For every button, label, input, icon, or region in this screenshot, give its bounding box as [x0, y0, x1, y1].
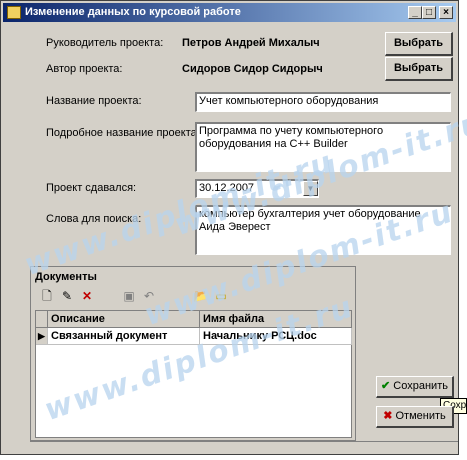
table-cell-description[interactable]: Связанный документ	[48, 328, 200, 345]
maximize-button[interactable]: □	[422, 6, 436, 19]
date-picker[interactable]: 30.12.2007 ▼	[195, 179, 319, 198]
manager-value: Петров Андрей Михалыч	[182, 37, 320, 49]
title-bar: Изменение данных по курсовой работе _ □ …	[3, 3, 456, 22]
checkmark-icon: ✔	[381, 380, 391, 392]
select-author-button[interactable]: Выбрать	[385, 57, 453, 81]
table-cell-filename[interactable]: Начальнику РСЦ.doc	[200, 328, 352, 345]
column-header-description[interactable]: Описание	[48, 311, 200, 328]
app-icon	[7, 6, 21, 19]
minimize-button[interactable]: _	[408, 6, 422, 19]
project-name-label: Название проекта:	[46, 95, 142, 107]
save-disk-icon[interactable]: ▣	[120, 287, 138, 305]
author-value: Сидоров Сидор Сидорыч	[182, 63, 323, 75]
delete-document-icon[interactable]: ✕	[78, 287, 96, 305]
date-value: 30.12.2007	[199, 182, 255, 194]
author-label: Автор проекта:	[46, 63, 123, 75]
full-name-label: Подробное название проекта:	[46, 127, 200, 139]
keywords-label: Слова для поиска:	[46, 213, 142, 225]
documents-table[interactable]: Описание Имя файла ▶ Связанный документ …	[35, 310, 352, 438]
documents-title: Документы	[35, 271, 97, 283]
save-button[interactable]: ✔ Сохранить	[376, 376, 454, 398]
status-bar	[30, 441, 458, 455]
manager-label: Руководитель проекта:	[46, 37, 164, 49]
new-document-icon[interactable]: 🗋	[38, 287, 56, 305]
close-button[interactable]: ×	[439, 6, 453, 19]
folder-icon[interactable]: ▭	[212, 287, 230, 305]
window-title: Изменение данных по курсовой работе	[25, 6, 241, 18]
dropdown-arrow-icon[interactable]: ▼	[303, 181, 318, 196]
cancel-x-icon: ✖	[383, 410, 393, 422]
cancel-button-label: Отменить	[395, 410, 446, 422]
row-indicator-header	[36, 311, 48, 328]
current-row-indicator-icon: ▶	[36, 328, 48, 345]
save-button-label: Сохранить	[393, 380, 448, 392]
edit-document-icon[interactable]: ✎	[58, 287, 76, 305]
full-name-field[interactable]: Программа по учету компьютерного оборудо…	[195, 122, 451, 172]
cancel-button[interactable]: ✖ Отменить	[376, 406, 454, 428]
undo-icon[interactable]: ↶	[140, 287, 158, 305]
project-name-field[interactable]: Учет компьютерного оборудования	[195, 92, 451, 112]
keywords-field[interactable]: компьютер бухгалтерия учет оборудование …	[195, 205, 451, 255]
select-manager-button[interactable]: Выбрать	[385, 32, 453, 56]
column-header-filename[interactable]: Имя файла	[200, 311, 352, 328]
date-label: Проект сдавался:	[46, 182, 137, 194]
open-folder-icon[interactable]: 📂	[192, 287, 210, 305]
